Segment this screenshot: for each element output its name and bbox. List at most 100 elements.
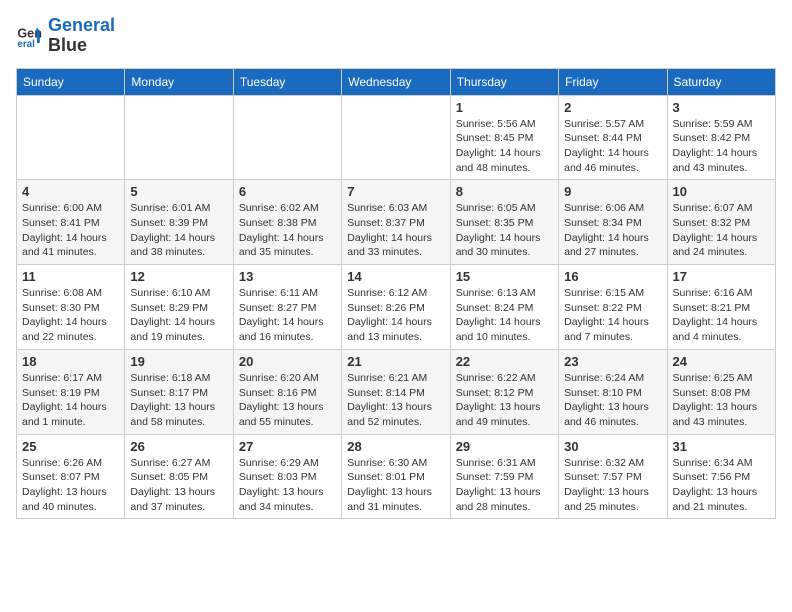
day-number: 10	[673, 184, 770, 199]
day-cell: 28Sunrise: 6:30 AM Sunset: 8:01 PM Dayli…	[342, 434, 450, 519]
day-cell	[233, 95, 341, 180]
day-number: 15	[456, 269, 553, 284]
day-cell	[125, 95, 233, 180]
week-row-3: 11 Sunrise: 6:08 AM Sunset: 8:30 PM Dayli…	[17, 265, 776, 350]
day-cell: 9 Sunrise: 6:06 AM Sunset: 8:34 PM Daylig…	[559, 180, 667, 265]
day-cell: 17Sunrise: 6:16 AM Sunset: 8:21 PM Dayli…	[667, 265, 775, 350]
day-cell: 12 Sunrise: 6:10 AM Sunset: 8:29 PM Dayli…	[125, 265, 233, 350]
day-number: 26	[130, 439, 227, 454]
day-cell: 11 Sunrise: 6:08 AM Sunset: 8:30 PM Dayli…	[17, 265, 125, 350]
day-info: Sunrise: 6:34 AM Sunset: 7:56 PM Dayligh…	[673, 456, 770, 515]
day-number: 23	[564, 354, 661, 369]
week-row-4: 18 Sunrise: 6:17 AM Sunset: 8:19 PM Dayli…	[17, 349, 776, 434]
day-info: Sunrise: 5:59 AM Sunset: 8:42 PM Dayligh…	[673, 117, 770, 176]
day-info: Sunrise: 6:18 AM Sunset: 8:17 PM Dayligh…	[130, 371, 227, 430]
weekday-header-wednesday: Wednesday	[342, 68, 450, 95]
day-number: 31	[673, 439, 770, 454]
day-cell: 4 Sunrise: 6:00 AM Sunset: 8:41 PM Daylig…	[17, 180, 125, 265]
day-info: Sunrise: 6:22 AM Sunset: 8:12 PM Dayligh…	[456, 371, 553, 430]
day-info: Sunrise: 6:25 AM Sunset: 8:08 PM Dayligh…	[673, 371, 770, 430]
logo-text: GeneralBlue	[48, 16, 115, 56]
day-info: Sunrise: 6:02 AM Sunset: 8:38 PM Dayligh…	[239, 201, 336, 260]
day-number: 12	[130, 269, 227, 284]
day-number: 2	[564, 100, 661, 115]
day-number: 30	[564, 439, 661, 454]
day-cell: 25 Sunrise: 6:26 AM Sunset: 8:07 PM Dayli…	[17, 434, 125, 519]
day-info: Sunrise: 6:03 AM Sunset: 8:37 PM Dayligh…	[347, 201, 444, 260]
day-info: Sunrise: 6:10 AM Sunset: 8:29 PM Dayligh…	[130, 286, 227, 345]
day-number: 28	[347, 439, 444, 454]
day-info: Sunrise: 6:21 AM Sunset: 8:14 PM Dayligh…	[347, 371, 444, 430]
page-header: Gen eral GeneralBlue	[16, 16, 776, 56]
day-number: 11	[22, 269, 119, 284]
day-number: 16	[564, 269, 661, 284]
day-number: 24	[673, 354, 770, 369]
day-number: 21	[347, 354, 444, 369]
day-cell: 6 Sunrise: 6:02 AM Sunset: 8:38 PM Daylig…	[233, 180, 341, 265]
day-number: 9	[564, 184, 661, 199]
weekday-header-friday: Friday	[559, 68, 667, 95]
day-cell: 10 Sunrise: 6:07 AM Sunset: 8:32 PM Dayli…	[667, 180, 775, 265]
day-info: Sunrise: 5:56 AM Sunset: 8:45 PM Dayligh…	[456, 117, 553, 176]
week-row-1: 1 Sunrise: 5:56 AM Sunset: 8:45 PM Daylig…	[17, 95, 776, 180]
weekday-header-saturday: Saturday	[667, 68, 775, 95]
day-number: 29	[456, 439, 553, 454]
weekday-header-tuesday: Tuesday	[233, 68, 341, 95]
calendar-table: SundayMondayTuesdayWednesdayThursdayFrid…	[16, 68, 776, 520]
day-cell: 1 Sunrise: 5:56 AM Sunset: 8:45 PM Daylig…	[450, 95, 558, 180]
calendar-body: 1 Sunrise: 5:56 AM Sunset: 8:45 PM Daylig…	[17, 95, 776, 519]
day-cell	[17, 95, 125, 180]
day-cell: 3Sunrise: 5:59 AM Sunset: 8:42 PM Daylig…	[667, 95, 775, 180]
logo-icon: Gen eral	[16, 22, 44, 50]
day-info: Sunrise: 6:08 AM Sunset: 8:30 PM Dayligh…	[22, 286, 119, 345]
day-number: 22	[456, 354, 553, 369]
svg-text:eral: eral	[17, 39, 35, 50]
day-cell: 16Sunrise: 6:15 AM Sunset: 8:22 PM Dayli…	[559, 265, 667, 350]
day-cell: 13 Sunrise: 6:11 AM Sunset: 8:27 PM Dayli…	[233, 265, 341, 350]
day-cell: 7 Sunrise: 6:03 AM Sunset: 8:37 PM Daylig…	[342, 180, 450, 265]
day-info: Sunrise: 6:06 AM Sunset: 8:34 PM Dayligh…	[564, 201, 661, 260]
day-number: 25	[22, 439, 119, 454]
day-info: Sunrise: 6:17 AM Sunset: 8:19 PM Dayligh…	[22, 371, 119, 430]
day-info: Sunrise: 6:29 AM Sunset: 8:03 PM Dayligh…	[239, 456, 336, 515]
day-number: 17	[673, 269, 770, 284]
weekday-header-row: SundayMondayTuesdayWednesdayThursdayFrid…	[17, 68, 776, 95]
day-number: 7	[347, 184, 444, 199]
day-cell: 5Sunrise: 6:01 AM Sunset: 8:39 PM Daylig…	[125, 180, 233, 265]
day-number: 19	[130, 354, 227, 369]
day-cell	[342, 95, 450, 180]
day-cell: 23Sunrise: 6:24 AM Sunset: 8:10 PM Dayli…	[559, 349, 667, 434]
day-cell: 27 Sunrise: 6:29 AM Sunset: 8:03 PM Dayli…	[233, 434, 341, 519]
day-info: Sunrise: 6:07 AM Sunset: 8:32 PM Dayligh…	[673, 201, 770, 260]
day-cell: 18 Sunrise: 6:17 AM Sunset: 8:19 PM Dayli…	[17, 349, 125, 434]
day-info: Sunrise: 6:27 AM Sunset: 8:05 PM Dayligh…	[130, 456, 227, 515]
weekday-header-monday: Monday	[125, 68, 233, 95]
day-info: Sunrise: 6:11 AM Sunset: 8:27 PM Dayligh…	[239, 286, 336, 345]
week-row-5: 25 Sunrise: 6:26 AM Sunset: 8:07 PM Dayli…	[17, 434, 776, 519]
day-info: Sunrise: 6:20 AM Sunset: 8:16 PM Dayligh…	[239, 371, 336, 430]
day-number: 1	[456, 100, 553, 115]
week-row-2: 4 Sunrise: 6:00 AM Sunset: 8:41 PM Daylig…	[17, 180, 776, 265]
day-info: Sunrise: 6:31 AM Sunset: 7:59 PM Dayligh…	[456, 456, 553, 515]
day-info: Sunrise: 6:05 AM Sunset: 8:35 PM Dayligh…	[456, 201, 553, 260]
day-number: 18	[22, 354, 119, 369]
day-number: 13	[239, 269, 336, 284]
day-cell: 15Sunrise: 6:13 AM Sunset: 8:24 PM Dayli…	[450, 265, 558, 350]
day-info: Sunrise: 6:32 AM Sunset: 7:57 PM Dayligh…	[564, 456, 661, 515]
day-number: 5	[130, 184, 227, 199]
day-number: 20	[239, 354, 336, 369]
day-cell: 24 Sunrise: 6:25 AM Sunset: 8:08 PM Dayli…	[667, 349, 775, 434]
day-info: Sunrise: 5:57 AM Sunset: 8:44 PM Dayligh…	[564, 117, 661, 176]
day-number: 4	[22, 184, 119, 199]
day-cell: 8Sunrise: 6:05 AM Sunset: 8:35 PM Daylig…	[450, 180, 558, 265]
weekday-header-thursday: Thursday	[450, 68, 558, 95]
day-number: 14	[347, 269, 444, 284]
day-cell: 22 Sunrise: 6:22 AM Sunset: 8:12 PM Dayli…	[450, 349, 558, 434]
day-cell: 29 Sunrise: 6:31 AM Sunset: 7:59 PM Dayli…	[450, 434, 558, 519]
day-number: 27	[239, 439, 336, 454]
day-info: Sunrise: 6:26 AM Sunset: 8:07 PM Dayligh…	[22, 456, 119, 515]
day-info: Sunrise: 6:12 AM Sunset: 8:26 PM Dayligh…	[347, 286, 444, 345]
day-info: Sunrise: 6:00 AM Sunset: 8:41 PM Dayligh…	[22, 201, 119, 260]
day-cell: 31 Sunrise: 6:34 AM Sunset: 7:56 PM Dayli…	[667, 434, 775, 519]
day-number: 6	[239, 184, 336, 199]
